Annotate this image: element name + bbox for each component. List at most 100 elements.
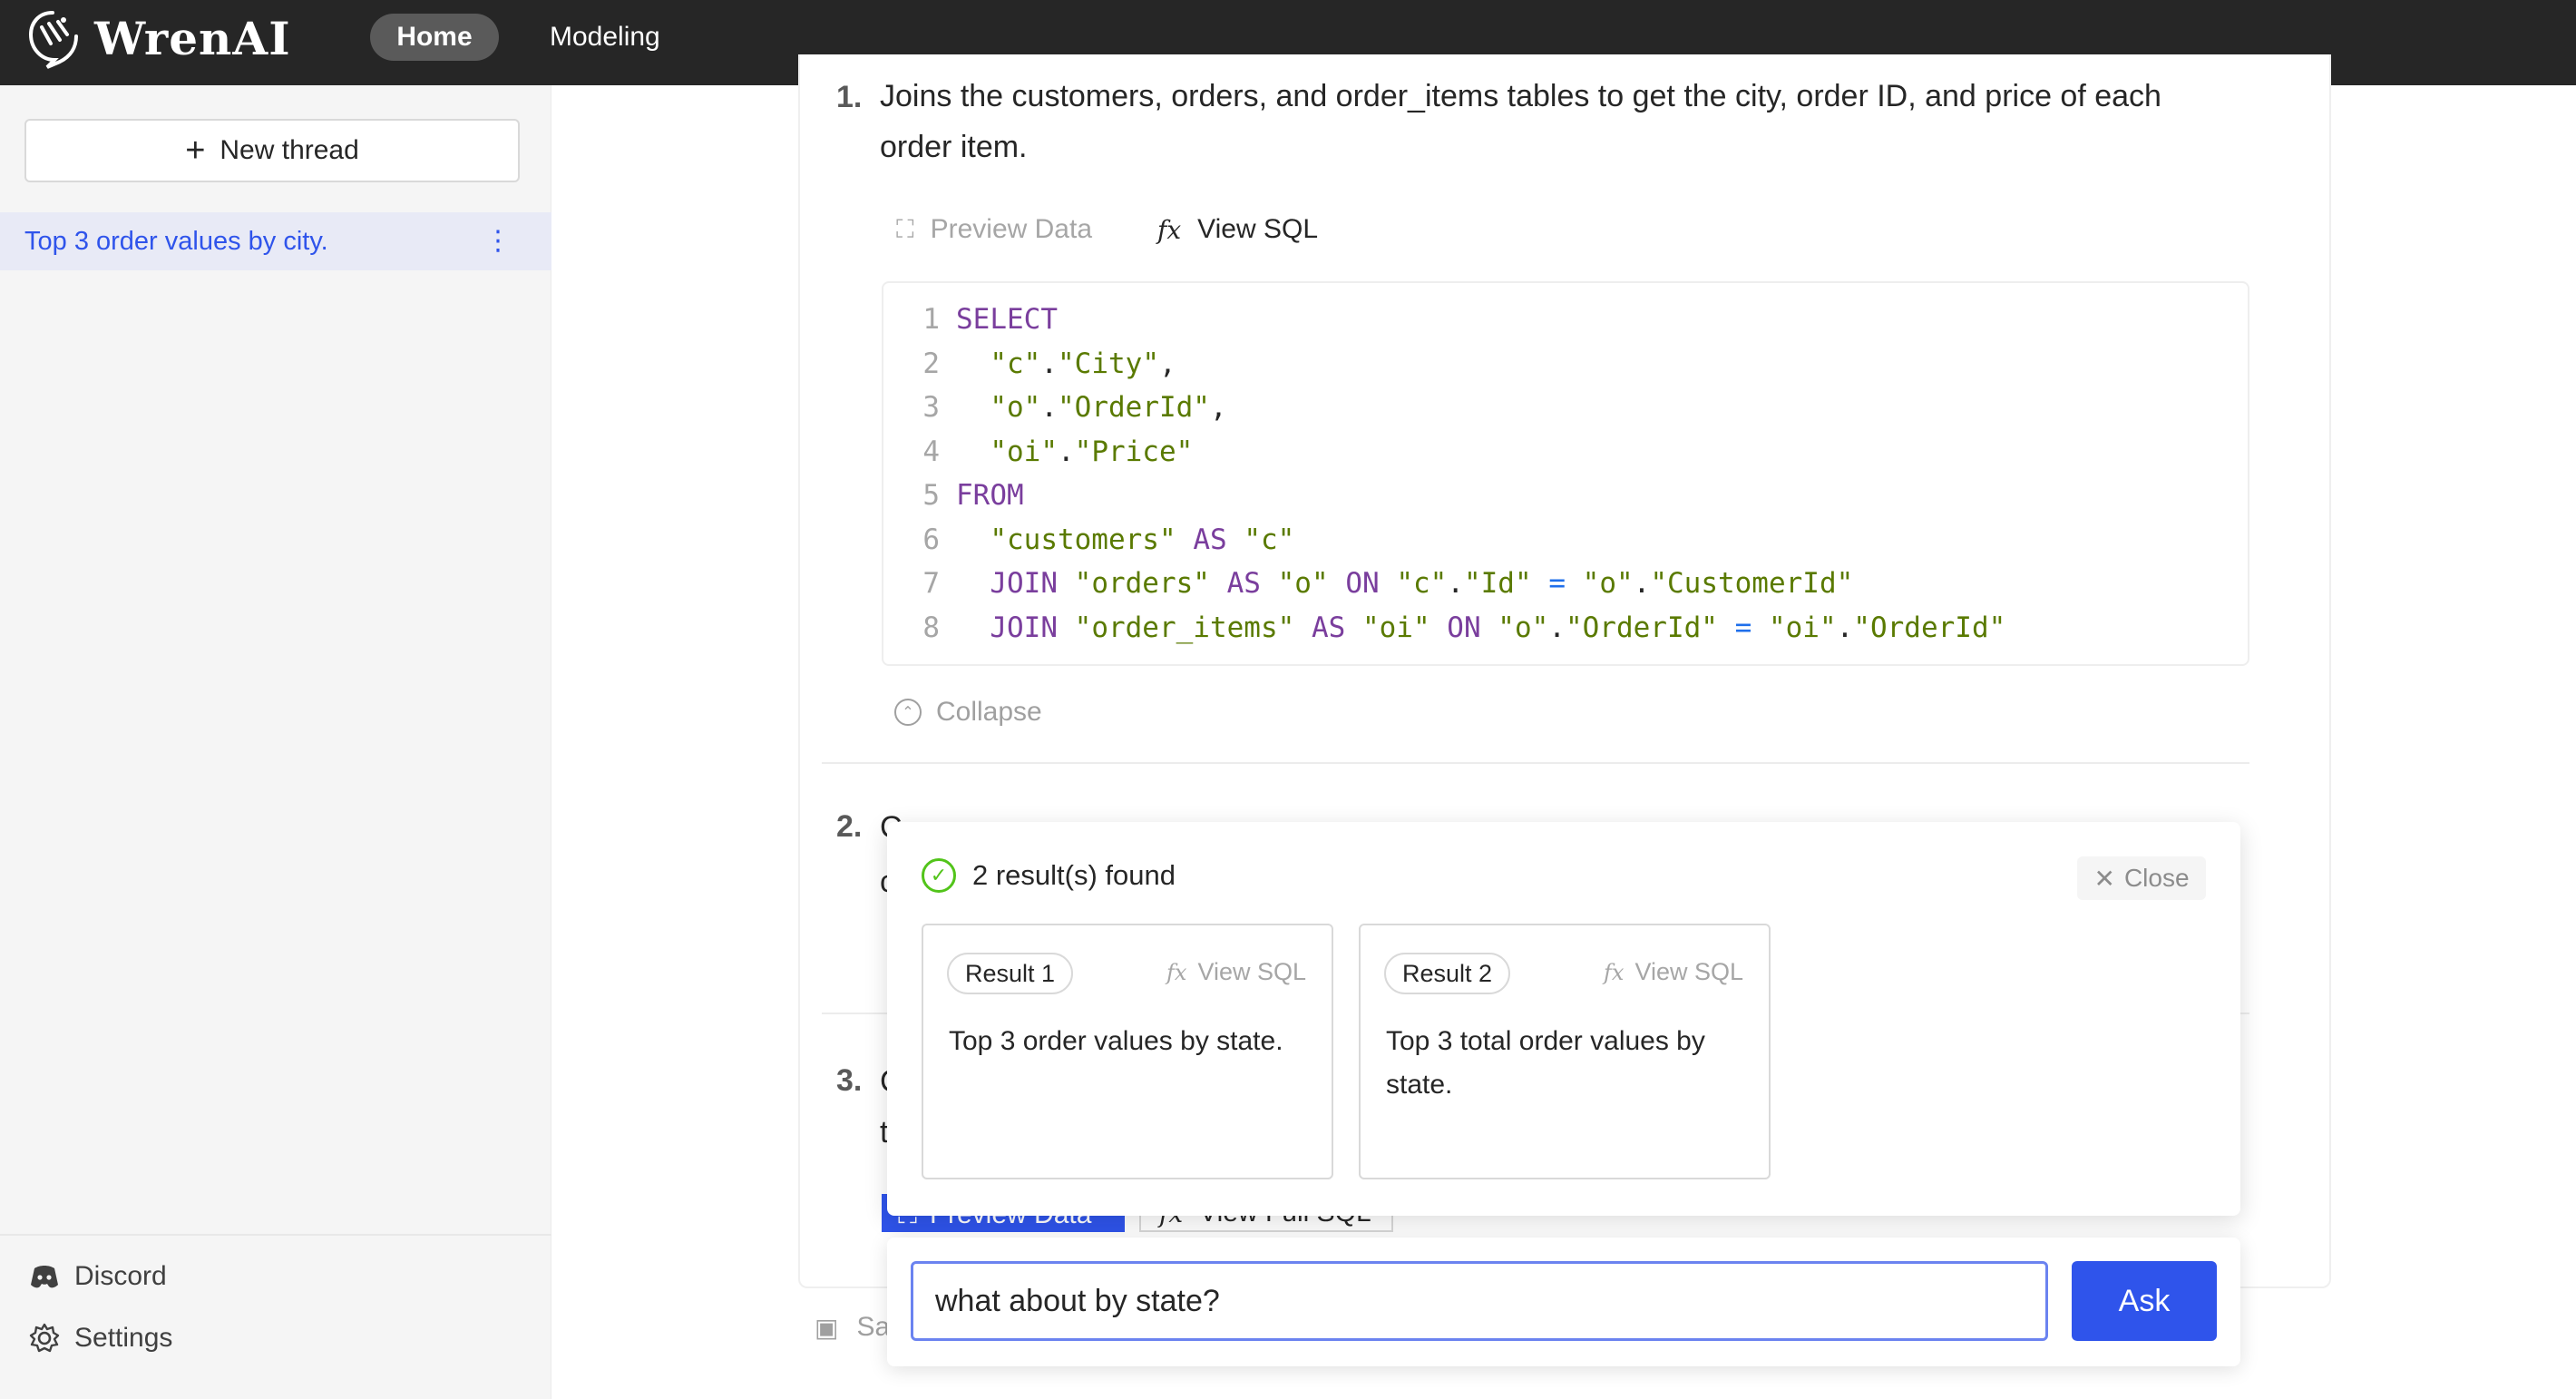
sql-code-block[interactable]: 1 SELECT 2 "c". "City", 3 "o". "OrderId", 4 "o… (882, 281, 2249, 666)
close-label: Close (2123, 864, 2190, 892)
sql-token: ON (1447, 611, 1481, 644)
check-circle-icon: ✓ (922, 858, 956, 893)
tab-preview-data-label: Preview Data (930, 214, 1093, 244)
discord-link[interactable]: Discord (27, 1259, 167, 1294)
sql-token: AS (1193, 523, 1227, 556)
sql-token: = (1548, 567, 1566, 600)
result-view-sql-label: View SQL (1197, 958, 1306, 985)
plus-icon: + (185, 132, 206, 170)
sql-token: "oi" (1361, 611, 1430, 644)
sql-token: SELECT (956, 303, 1058, 336)
sql-line: 4 "oi". "Price" (883, 430, 1193, 474)
sql-token: "o" (1498, 611, 1549, 644)
sql-line: 3 "o". "OrderId", (883, 386, 1227, 429)
sql-token: "order_items" (1074, 611, 1295, 644)
sql-line: 6 "customers" AS "c" (883, 518, 1294, 562)
new-thread-button[interactable]: + New thread (24, 119, 520, 182)
sql-line: 1 SELECT (883, 298, 1058, 341)
save-icon: ▣ (815, 1313, 839, 1342)
sql-token: JOIN (990, 611, 1058, 644)
sql-token: = (1734, 611, 1752, 644)
thread-item-label: Top 3 order values by city. (24, 226, 328, 256)
fx-icon: fx (1157, 214, 1182, 245)
step-number-2: 2. (836, 809, 863, 844)
sql-token: AS (1311, 611, 1346, 644)
line-number: 7 (922, 567, 940, 600)
sql-token: . (1836, 611, 1854, 644)
line-number: 8 (922, 611, 940, 644)
ask-button[interactable]: Ask (2072, 1261, 2217, 1341)
save-as-view-button[interactable]: ▣ Sa (815, 1312, 890, 1343)
sidebar-footer: Discord Settings (0, 1234, 551, 1353)
result-tag: Result 1 (947, 953, 1074, 994)
close-button[interactable]: ✕ Close (2077, 856, 2206, 900)
ask-input[interactable] (911, 1261, 2048, 1341)
step-number-3: 3. (836, 1063, 863, 1098)
sql-token: "CustomerId" (1650, 567, 1854, 600)
discord-icon (31, 1266, 58, 1288)
line-number: 4 (922, 435, 940, 468)
nav-home[interactable]: Home (370, 14, 499, 61)
sql-token: "OrderId" (1058, 391, 1210, 424)
tab-view-sql[interactable]: fx View SQL (1157, 214, 1318, 245)
sql-token: ON (1345, 567, 1380, 600)
sql-line: 5 FROM (883, 474, 1024, 517)
sql-token: "c" (1244, 523, 1295, 556)
fx-icon: fx (1166, 959, 1187, 985)
sql-token: . (1633, 567, 1651, 600)
discord-label: Discord (74, 1261, 167, 1291)
tab-preview-data[interactable]: ⛶ Preview Data (896, 214, 1092, 245)
sql-line: 7 JOIN "orders" AS "o" ON "c". "Id" = "o"… (883, 562, 1853, 605)
step-divider (822, 762, 2249, 764)
sql-token: "OrderId" (1565, 611, 1718, 644)
step-number-1: 1. (836, 80, 863, 114)
results-popup: ✓ 2 result(s) found ✕ Close Result 1 fx … (887, 822, 2240, 1216)
sql-token: AS (1226, 567, 1261, 600)
sql-token: , (1209, 391, 1227, 424)
fx-icon: fx (1604, 959, 1625, 985)
sql-token: "c" (990, 347, 1041, 380)
binoculars-icon: ⛶ (896, 214, 914, 244)
sql-line: 2 "c". "City", (883, 342, 1176, 386)
sql-token: "City" (1058, 347, 1159, 380)
line-number: 3 (922, 391, 940, 424)
result-view-sql-link[interactable]: fx View SQL (1604, 958, 1743, 986)
thread-item[interactable]: Top 3 order values by city. ⋮ (0, 212, 551, 270)
new-thread-label: New thread (220, 135, 359, 165)
result-card[interactable]: Result 2 fx View SQL Top 3 total order v… (1359, 924, 1771, 1179)
result-question: Top 3 total order values by state. (1386, 1026, 1705, 1100)
line-number: 5 (922, 479, 940, 512)
sql-token: JOIN (990, 567, 1058, 600)
result-view-sql-link[interactable]: fx View SQL (1166, 958, 1306, 986)
collapse-button[interactable]: ⌃ Collapse (894, 697, 1042, 728)
nav-modeling[interactable]: Modeling (550, 14, 660, 61)
save-label: Sa (856, 1312, 891, 1342)
ask-bar: Ask (887, 1238, 2240, 1366)
sql-token: "OrderId" (1853, 611, 2006, 644)
sql-token: "Price" (1074, 435, 1194, 468)
sql-token: . (1057, 435, 1075, 468)
line-number: 1 (922, 303, 940, 336)
more-options-icon[interactable]: ⋮ (484, 225, 512, 257)
tab-view-sql-label: View SQL (1197, 214, 1319, 244)
sql-token: . (1040, 391, 1058, 424)
wrenai-logo[interactable]: WrenAI (24, 7, 291, 69)
sql-token: FROM (956, 479, 1024, 512)
sql-token: "orders" (1074, 567, 1210, 600)
settings-link[interactable]: Settings (27, 1321, 172, 1355)
result-card[interactable]: Result 1 fx View SQL Top 3 order values … (922, 924, 1333, 1179)
